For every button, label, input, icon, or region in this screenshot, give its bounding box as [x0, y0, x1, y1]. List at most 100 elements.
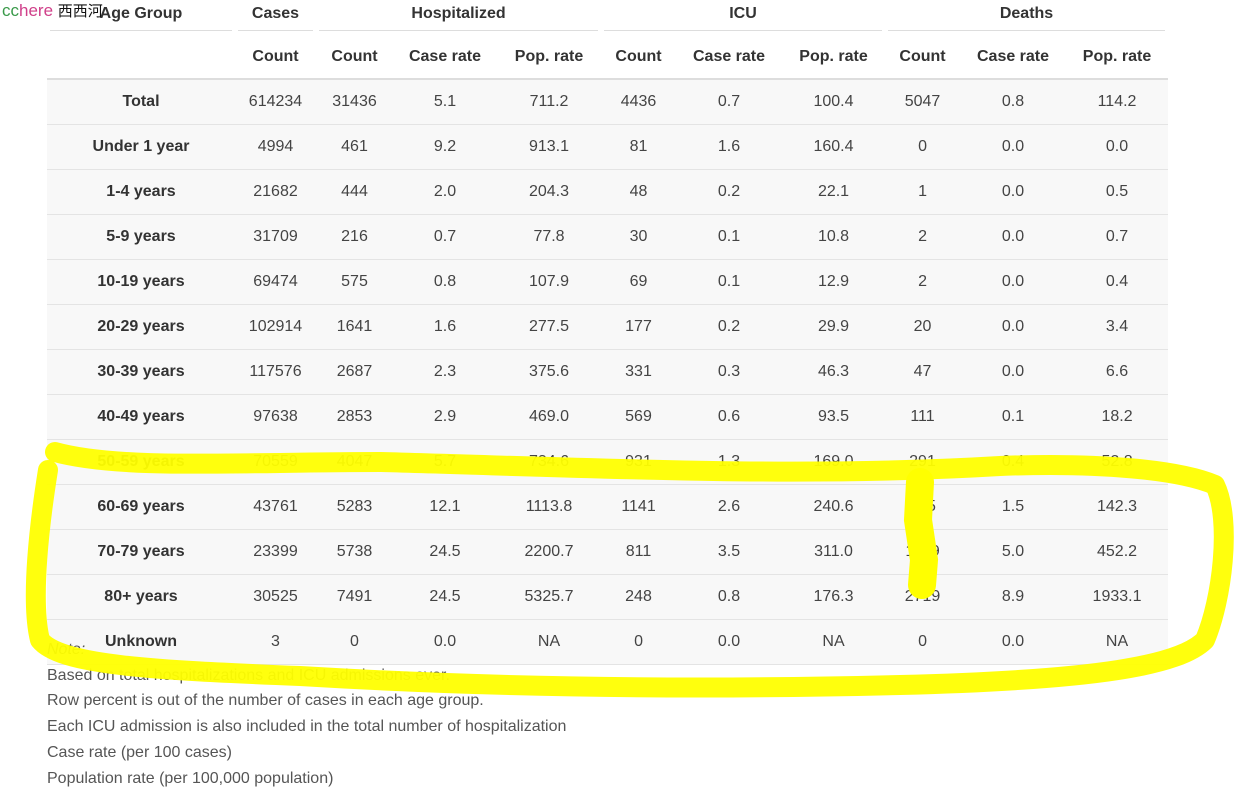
table-cell: 47 — [885, 349, 961, 395]
age-group-cell: 70-79 years — [47, 529, 235, 575]
table-cell: 0.8 — [676, 574, 783, 620]
table-cell: 30525 — [235, 574, 316, 620]
age-group-cell: 10-19 years — [47, 259, 235, 305]
table-cell: 69474 — [235, 259, 316, 305]
table-cell: 1.6 — [676, 124, 783, 170]
table-cell: 69 — [601, 259, 677, 305]
age-group-cell: 30-39 years — [47, 349, 235, 395]
table-cell: 2.6 — [676, 484, 783, 530]
table-cell: 0.0 — [676, 619, 783, 665]
table-cell: 375.6 — [497, 349, 602, 395]
table-cell: 675 — [885, 484, 961, 530]
table-cell: 0.0 — [960, 349, 1067, 395]
table-cell: 81 — [601, 124, 677, 170]
table-cell: 1141 — [601, 484, 677, 530]
table-cell: 0.4 — [1066, 259, 1169, 305]
subheader-count: Count — [235, 36, 316, 80]
header-hospitalized: Hospitalized — [316, 0, 601, 36]
table-cell: 114.2 — [1066, 79, 1169, 125]
age-group-cell: 50-59 years — [47, 439, 235, 485]
table-cell: 931 — [601, 439, 677, 485]
table-cell: 0.2 — [676, 304, 783, 350]
table-cell: 5738 — [316, 529, 393, 575]
table-cell: 43761 — [235, 484, 316, 530]
table-cell: 24.5 — [393, 529, 497, 575]
table-cell: 48 — [601, 169, 677, 215]
note-line: Row percent is out of the number of case… — [47, 692, 484, 710]
subheader-case-rate: Case rate — [960, 36, 1067, 80]
header-deaths: Deaths — [885, 0, 1168, 36]
table-cell: 10.8 — [782, 214, 886, 260]
table-cell: 0.1 — [676, 214, 783, 260]
age-group-cell: Under 1 year — [47, 124, 235, 170]
table-cell: 46.3 — [782, 349, 886, 395]
notes: Note: Based on total hospitalizations an… — [47, 637, 566, 791]
table-cell: 734.6 — [497, 439, 602, 485]
table-cell: 461 — [316, 124, 393, 170]
table-cell: 5283 — [316, 484, 393, 530]
table-cell: 12.9 — [782, 259, 886, 305]
table-cell: 2.0 — [393, 169, 497, 215]
table-cell: 1.5 — [960, 484, 1067, 530]
subheader-pop-rate: Pop. rate — [497, 36, 602, 80]
table-cell: 2.3 — [393, 349, 497, 395]
table-cell: 575 — [316, 259, 393, 305]
table-cell: 0.0 — [960, 304, 1067, 350]
table-cell: 169.0 — [782, 439, 886, 485]
table-cell: 0.7 — [393, 214, 497, 260]
table-cell: 107.9 — [497, 259, 602, 305]
table-cell: 22.1 — [782, 169, 886, 215]
table-cell: 93.5 — [782, 394, 886, 440]
table-cell: 1.3 — [676, 439, 783, 485]
table-cell: 1179 — [885, 529, 961, 575]
table-cell: 913.1 — [497, 124, 602, 170]
age-group-cell: 40-49 years — [47, 394, 235, 440]
table-cell: 77.8 — [497, 214, 602, 260]
table-row: 5-9 years 31709 216 0.7 77.8 30 0.1 10.8 2 0.0 0.7 — [47, 214, 1169, 260]
table-cell: 70559 — [235, 439, 316, 485]
table-cell: 0.3 — [676, 349, 783, 395]
table-cell: 52.8 — [1066, 439, 1169, 485]
table-cell: 4994 — [235, 124, 316, 170]
table-cell: 31709 — [235, 214, 316, 260]
watermark-here: here — [19, 1, 54, 20]
table-cell: 444 — [316, 169, 393, 215]
table-cell: 0.0 — [960, 619, 1067, 665]
table-cell: 5047 — [885, 79, 961, 125]
table-cell: 102914 — [235, 304, 316, 350]
table-cell: 176.3 — [782, 574, 886, 620]
table-cell: 5.1 — [393, 79, 497, 125]
table-cell: 1641 — [316, 304, 393, 350]
table-cell: 7491 — [316, 574, 393, 620]
table-cell: 4436 — [601, 79, 677, 125]
table-cell: 0.6 — [676, 394, 783, 440]
table-cell: 0 — [885, 124, 961, 170]
table-cell: 0.8 — [393, 259, 497, 305]
subheader-case-rate: Case rate — [676, 36, 783, 80]
table-cell: 0.7 — [1066, 214, 1169, 260]
note-line: Based on total hospitalizations and ICU … — [47, 666, 450, 684]
watermark: cchere 西西河 — [2, 0, 103, 21]
age-group-table: Age Group Cases Hospitalized ICU Deaths … — [47, 0, 1169, 665]
subheader-pop-rate: Pop. rate — [782, 36, 886, 80]
table-row: 10-19 years 69474 575 0.8 107.9 69 0.1 12.9 2 0.0… — [47, 259, 1169, 305]
table-row: 1-4 years 21682 444 2.0 204.3 48 0.2 22.1 1 0.0 0.… — [47, 169, 1169, 215]
table-cell: 0 — [601, 619, 677, 665]
table-row: Total 614234 31436 5.1 711.2 4436 0.7 100.4 5047… — [47, 79, 1169, 125]
subheader-count: Count — [885, 36, 961, 80]
table-cell: 216 — [316, 214, 393, 260]
table-cell: 5325.7 — [497, 574, 602, 620]
table-cell: 12.1 — [393, 484, 497, 530]
table-cell: 111 — [885, 394, 961, 440]
table-cell: 1113.8 — [497, 484, 602, 530]
table-cell: 0.8 — [960, 79, 1067, 125]
age-group-cell: Total — [47, 79, 235, 125]
table-cell: 469.0 — [497, 394, 602, 440]
watermark-cn: 西西河 — [57, 3, 103, 20]
table-cell: 97638 — [235, 394, 316, 440]
table-cell: 6.6 — [1066, 349, 1169, 395]
table-cell: 452.2 — [1066, 529, 1169, 575]
table-cell: 614234 — [235, 79, 316, 125]
table-cell: 8.9 — [960, 574, 1067, 620]
age-group-cell: 60-69 years — [47, 484, 235, 530]
